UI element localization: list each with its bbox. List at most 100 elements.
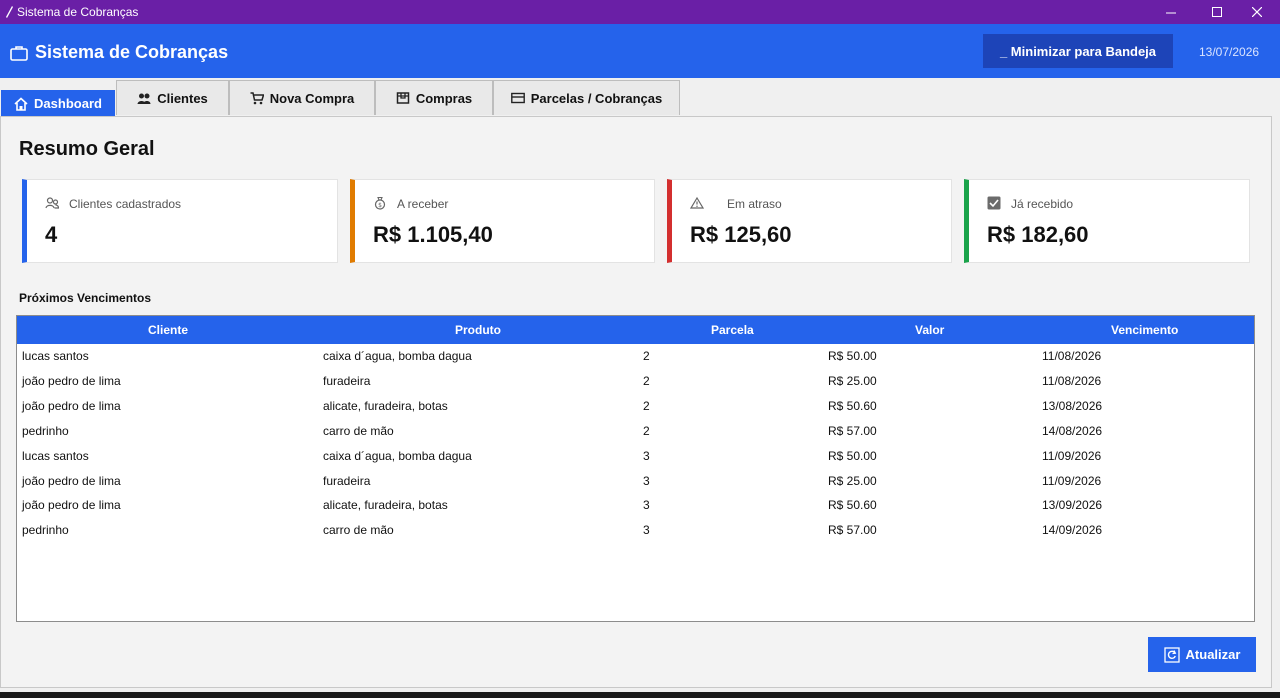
table-cell: R$ 57.00 — [828, 523, 877, 538]
table-cell: carro de mão — [323, 423, 394, 438]
table-row[interactable]: pedrinho carro de mão 2 R$ 57.00 14/08/2026 — [17, 419, 1254, 444]
table-cell: joão pedro de lima — [22, 473, 121, 488]
table-cell: alicate, furadeira, botas — [323, 398, 448, 413]
table-cell: furadeira — [323, 473, 371, 488]
table-row[interactable]: lucas santos caixa d´agua, bomba dagua 3 R$… — [17, 444, 1254, 469]
card-label: Em atraso — [727, 197, 782, 211]
window-minimize-button[interactable] — [1148, 0, 1194, 24]
tab-label: Parcelas / Cobranças — [530, 90, 663, 106]
tab-label: Dashboard — [34, 96, 102, 111]
table-cell: lucas santos — [22, 349, 89, 363]
table-cell: caixa d´agua, bomba dagua — [323, 349, 472, 363]
table-cell: lucas santos — [22, 448, 89, 463]
table-cell: caixa d´agua, bomba dagua — [323, 448, 472, 463]
card-icon — [510, 92, 525, 104]
table-cell: R$ 50.00 — [828, 448, 877, 463]
table-cell: 14/09/2026 — [1042, 523, 1103, 538]
tab-dashboard[interactable]: Dashboard — [1, 90, 115, 116]
tab-label: Nova Compra — [269, 90, 355, 106]
app-title: Sistema de Cobranças — [35, 42, 229, 62]
card-value: R$ 1.105,40 — [373, 222, 493, 247]
cart-icon — [250, 92, 264, 105]
close-icon — [1252, 7, 1262, 17]
table-row[interactable]: joão pedro de lima alicate, furadeira, bo… — [17, 493, 1254, 518]
minimize-icon — [1166, 12, 1176, 14]
warning-icon — [690, 196, 704, 209]
table-cell: joão pedro de lima — [22, 398, 121, 413]
current-date: 13/07/2026 — [1199, 45, 1260, 59]
window-close-button[interactable] — [1234, 0, 1280, 24]
refresh-icon — [1163, 646, 1180, 663]
table-cell: R$ 25.00 — [828, 373, 877, 388]
card-a-receber: $ A receber R$ 1.105,40 — [350, 179, 655, 263]
card-label: Já recebido — [1011, 197, 1074, 211]
tab-label: Clientes — [157, 90, 208, 106]
table-cell: 2 — [643, 349, 650, 363]
table-cell: alicate, furadeira, botas — [323, 498, 448, 513]
card-value: R$ 125,60 — [690, 222, 792, 247]
table-cell: 2 — [643, 373, 650, 388]
main-tabs: Dashboard Clientes Nova Compra Compras P… — [0, 78, 1280, 116]
column-header-parcela[interactable]: Parcela — [711, 323, 754, 337]
upcoming-table: Cliente Produto Parcela Valor Vencimento… — [16, 315, 1255, 622]
users-icon — [137, 93, 151, 104]
table-cell: 3 — [643, 448, 650, 463]
table-cell: R$ 57.00 — [828, 423, 877, 438]
table-cell: 2 — [643, 398, 650, 413]
card-clientes-cadastrados: Clientes cadastrados 4 — [22, 179, 338, 263]
upcoming-title: Próximos Vencimentos — [19, 291, 152, 305]
home-icon — [14, 96, 28, 111]
table-row[interactable]: pedrinho carro de mão 3 R$ 57.00 14/09/2026 — [17, 518, 1254, 543]
pencil-icon — [6, 6, 13, 18]
table-row[interactable]: joão pedro de lima furadeira 2 R$ 25.00 11/0… — [17, 369, 1254, 394]
table-row[interactable]: joão pedro de lima alicate, furadeira, bo… — [17, 394, 1254, 419]
refresh-button[interactable]: Atualizar — [1148, 637, 1256, 672]
table-cell: 13/09/2026 — [1042, 498, 1103, 513]
card-em-atraso: Em atraso R$ 125,60 — [667, 179, 952, 263]
card-label: Clientes cadastrados — [69, 197, 182, 211]
tab-clientes[interactable]: Clientes — [116, 80, 229, 115]
briefcase-icon — [10, 46, 28, 61]
table-cell: 13/08/2026 — [1042, 398, 1103, 413]
table-cell: carro de mão — [323, 523, 394, 538]
table-cell: furadeira — [323, 373, 371, 388]
table-cell: joão pedro de lima — [22, 498, 121, 513]
column-header-valor[interactable]: Valor — [915, 323, 944, 337]
table-cell: 2 — [643, 423, 650, 438]
tab-nova-compra[interactable]: Nova Compra — [229, 80, 375, 115]
table-cell: R$ 25.00 — [828, 473, 877, 488]
window-title: Sistema de Cobranças — [17, 5, 139, 19]
table-cell: 11/09/2026 — [1042, 473, 1102, 488]
column-header-produto[interactable]: Produto — [455, 323, 501, 337]
table-cell: 3 — [643, 523, 650, 538]
table-cell: R$ 50.00 — [828, 349, 877, 363]
app-header: Sistema de Cobranças _ Minimizar para Ba… — [0, 24, 1280, 78]
check-box-icon — [987, 196, 1001, 210]
taskbar — [0, 692, 1280, 698]
tab-parcelas-cobrancas[interactable]: Parcelas / Cobranças — [493, 80, 680, 115]
table-cell: pedrinho — [22, 523, 69, 538]
table-cell: R$ 50.60 — [828, 398, 877, 413]
card-value: 4 — [45, 222, 58, 247]
tab-compras[interactable]: Compras — [375, 80, 493, 115]
table-cell: 11/08/2026 — [1042, 349, 1102, 363]
card-ja-recebido: Já recebido R$ 182,60 — [964, 179, 1250, 263]
maximize-icon — [1212, 7, 1222, 17]
table-cell: 3 — [643, 498, 650, 513]
column-header-cliente[interactable]: Cliente — [148, 323, 188, 337]
table-row[interactable]: lucas santos caixa d´agua, bomba dagua 2 R$… — [17, 344, 1254, 369]
table-cell: R$ 50.60 — [828, 498, 877, 513]
column-header-vencimento[interactable]: Vencimento — [1111, 323, 1178, 337]
minimize-to-tray-button[interactable]: _ Minimizar para Bandeja — [983, 34, 1173, 68]
table-cell: joão pedro de lima — [22, 373, 121, 388]
table-cell: pedrinho — [22, 423, 69, 438]
users-icon — [45, 197, 59, 209]
table-row[interactable]: joão pedro de lima furadeira 3 R$ 25.00 11/0… — [17, 469, 1254, 494]
tab-label: Compras — [415, 90, 473, 106]
summary-title: Resumo Geral — [19, 138, 155, 160]
card-label: A receber — [397, 197, 449, 211]
refresh-label: Atualizar — [1185, 647, 1241, 662]
table-cell: 11/08/2026 — [1042, 373, 1102, 388]
card-value: R$ 182,60 — [987, 222, 1089, 247]
table-cell: 14/08/2026 — [1042, 423, 1103, 438]
